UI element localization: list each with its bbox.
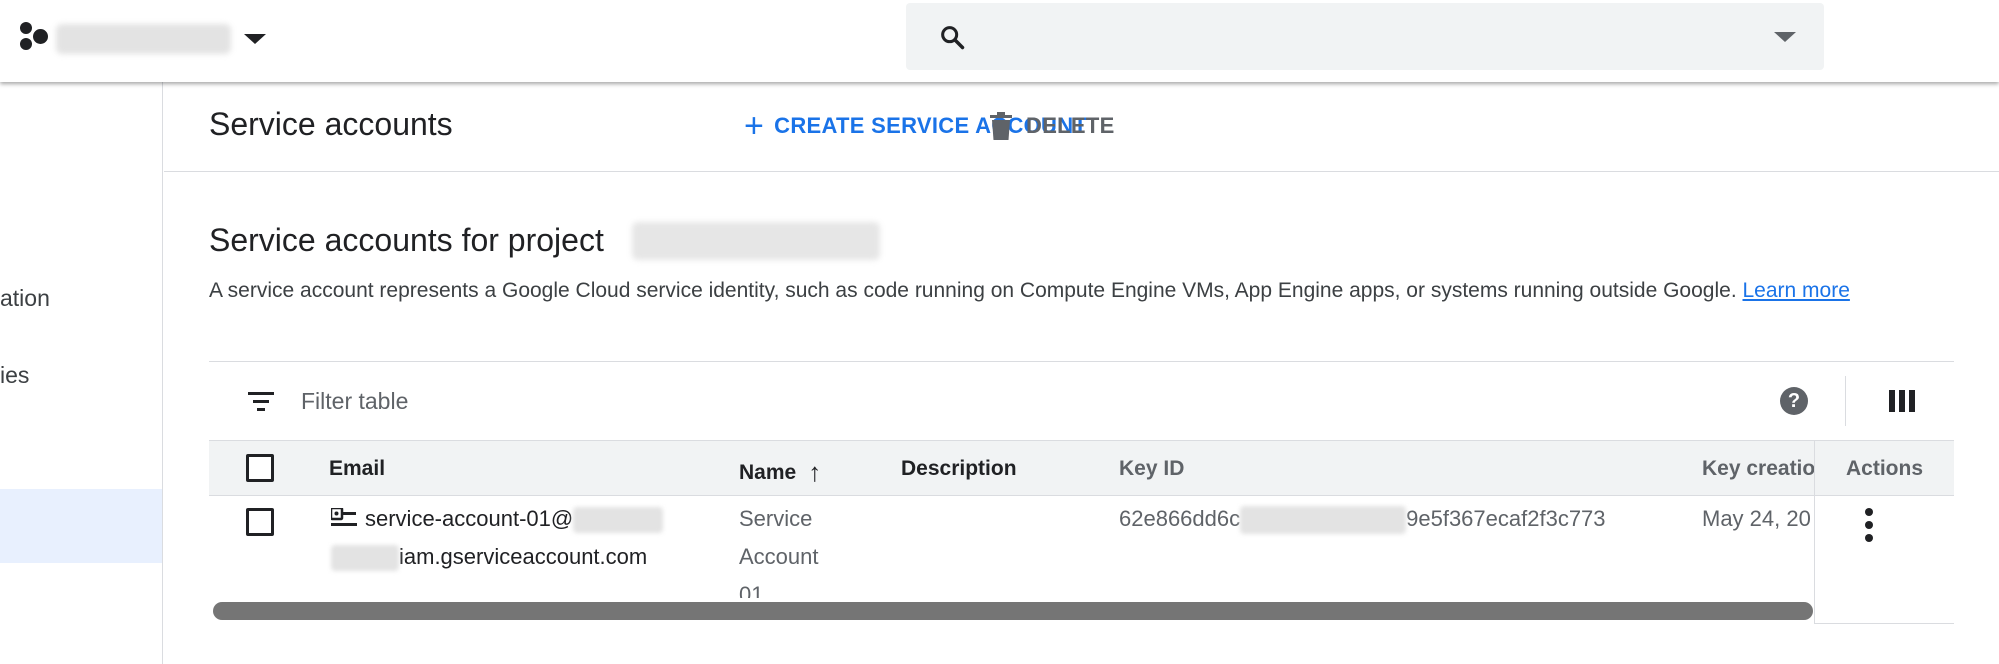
search-icon [938, 23, 966, 51]
delete-button[interactable]: DELETE [990, 108, 1115, 144]
delete-label: DELETE [1026, 113, 1115, 138]
table-header: Email Name ↑ Description Key ID Key creat… [209, 440, 1954, 496]
email-line-1[interactable]: service-account-01@ [365, 506, 573, 531]
scrollbar-thumb[interactable] [213, 602, 1813, 620]
description-text: A service account represents a Google Cl… [209, 279, 1737, 302]
project-name-blurred [632, 222, 880, 260]
nav-item-selected[interactable] [0, 489, 162, 563]
filter-table-input[interactable] [301, 382, 901, 420]
horizontal-scrollbar[interactable] [209, 598, 1814, 624]
more-vert-icon[interactable] [1865, 508, 1873, 542]
page-header: Service accounts + CREATE SERVICE ACCOUN… [164, 82, 1999, 172]
name-line-2: Account [739, 544, 819, 569]
redacted-project-id [331, 545, 399, 572]
section-title: Service accounts for project [209, 222, 604, 258]
nav-item-partial[interactable]: ation [0, 285, 50, 312]
actions-column [1814, 440, 1954, 624]
column-header-email[interactable]: Email [329, 457, 385, 481]
select-all-checkbox[interactable] [246, 454, 274, 482]
learn-more-link[interactable]: Learn more [1743, 279, 1850, 302]
search-bar[interactable] [906, 3, 1824, 70]
sort-ascending-icon[interactable]: ↑ [808, 457, 821, 488]
section-description: A service account represents a Google Cl… [209, 279, 1850, 303]
search-input[interactable] [984, 17, 1684, 55]
filter-icon[interactable] [248, 390, 274, 412]
row-checkbox[interactable] [246, 508, 274, 536]
column-header-name-label: Name [739, 461, 797, 484]
key-id-end: 9e5f367ecaf2f3c773 [1406, 506, 1606, 531]
plus-icon: + [744, 107, 765, 145]
help-icon[interactable]: ? [1780, 387, 1808, 415]
filter-row: ? [209, 362, 1954, 440]
name-line-3: 01 [739, 582, 764, 600]
name-cell: Service Account 01 [739, 500, 819, 600]
redacted-key-id [1240, 506, 1407, 535]
key-id-cell: 62e866dd6c 9e5f367ecaf2f3c773 [1119, 500, 1606, 538]
name-line-1: Service [739, 506, 813, 531]
nav-item-partial[interactable]: ies [0, 362, 29, 389]
column-display-icon[interactable] [1889, 390, 1915, 412]
column-header-description[interactable]: Description [901, 457, 1017, 481]
toolbar-divider [1845, 376, 1846, 426]
column-header-key-id[interactable]: Key ID [1119, 457, 1184, 481]
project-selector-blurred[interactable] [56, 24, 231, 54]
column-header-key-creation[interactable]: Key creatio [1702, 457, 1815, 481]
column-header-name[interactable]: Name ↑ [739, 457, 821, 488]
project-logo-icon[interactable] [20, 22, 50, 52]
chevron-down-icon[interactable] [244, 34, 266, 44]
service-accounts-table: ? Email Name ↑ Description Key ID Key cre… [209, 361, 1954, 624]
service-account-icon [331, 508, 357, 526]
search-dropdown-chevron-icon[interactable] [1774, 32, 1796, 42]
left-nav: ation ies [0, 82, 163, 664]
key-id-start: 62e866dd6c [1119, 506, 1241, 531]
email-cell: service-account-01@ iam.gserviceaccount.… [331, 500, 664, 576]
trash-icon [990, 112, 1012, 140]
redacted-project-id [573, 507, 664, 534]
page-title: Service accounts [209, 106, 453, 142]
key-creation-cell: May 24, 20 [1702, 506, 1811, 531]
email-line-2: iam.gserviceaccount.com [399, 544, 648, 569]
top-bar [0, 0, 1999, 82]
